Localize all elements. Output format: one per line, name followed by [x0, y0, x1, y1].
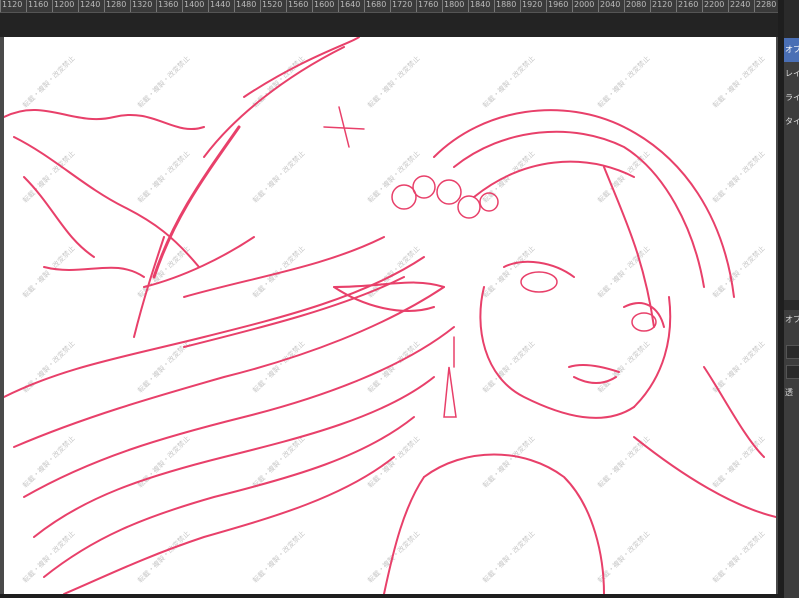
right-panel: オブ レイヤ ライト タイム オブ 透 — [784, 0, 799, 598]
ruler-tick: 1960 — [546, 0, 568, 12]
ruler-tick: 1400 — [182, 0, 204, 12]
ruler-tick: 2280 — [754, 0, 776, 12]
ruler-tick: 1680 — [364, 0, 386, 12]
tab-timeline[interactable]: タイム — [784, 110, 799, 134]
opacity-label: 透 — [785, 388, 793, 397]
ruler-tick: 1440 — [208, 0, 230, 12]
ruler-tick: 1280 — [104, 0, 126, 12]
ruler-tick: 2040 — [598, 0, 620, 12]
ruler-tick: 1760 — [416, 0, 438, 12]
ruler-tick: 2000 — [572, 0, 594, 12]
ruler-tick: 2120 — [650, 0, 672, 12]
ruler-tick: 1480 — [234, 0, 256, 12]
drawing-canvas[interactable]: 転載・複製・改変禁止 転載・複製・改変禁止 転載・複製・改変禁止 転載・複製・改変禁止… — [4, 37, 776, 594]
ruler-tick: 1520 — [260, 0, 282, 12]
ruler-tick: 1200 — [52, 0, 74, 12]
ruler-tick: 1640 — [338, 0, 360, 12]
panel-control-1[interactable] — [786, 345, 799, 359]
lower-panel-label: オブ — [785, 315, 799, 324]
sketch-lineart — [4, 37, 776, 594]
ruler-tick: 1920 — [520, 0, 542, 12]
ruler-tick: 1560 — [286, 0, 308, 12]
panel-control-2[interactable] — [786, 365, 799, 379]
horizontal-ruler: 1120 1160 1200 1240 1280 1320 1360 1400 1440 1480… — [0, 0, 778, 13]
ruler-tick: 1240 — [78, 0, 100, 12]
panel-header — [784, 0, 799, 38]
canvas-area[interactable]: 転載・複製・改変禁止 転載・複製・改変禁止 転載・複製・改変禁止 転載・複製・改変禁止… — [0, 37, 778, 598]
ruler-tick: 1880 — [494, 0, 516, 12]
ruler-tick: 1320 — [130, 0, 152, 12]
tab-object[interactable]: オブ — [784, 38, 799, 62]
canvas-header-bar — [0, 13, 778, 37]
tab-light[interactable]: ライト — [784, 86, 799, 110]
tab-layer[interactable]: レイヤ — [784, 62, 799, 86]
ruler-tick: 1600 — [312, 0, 334, 12]
ruler-tick: 1160 — [26, 0, 48, 12]
panel-divider — [784, 300, 799, 310]
ruler-tick: 1360 — [156, 0, 178, 12]
ruler-tick: 2080 — [624, 0, 646, 12]
ruler-tick: 1840 — [468, 0, 490, 12]
ruler-tick: 1120 — [0, 0, 22, 12]
ruler-tick: 1720 — [390, 0, 412, 12]
ruler-tick: 1800 — [442, 0, 464, 12]
horizontal-scrollbar[interactable] — [0, 594, 778, 598]
ruler-tick: 2160 — [676, 0, 698, 12]
ruler-tick: 2200 — [702, 0, 724, 12]
ruler-tick: 2240 — [728, 0, 750, 12]
